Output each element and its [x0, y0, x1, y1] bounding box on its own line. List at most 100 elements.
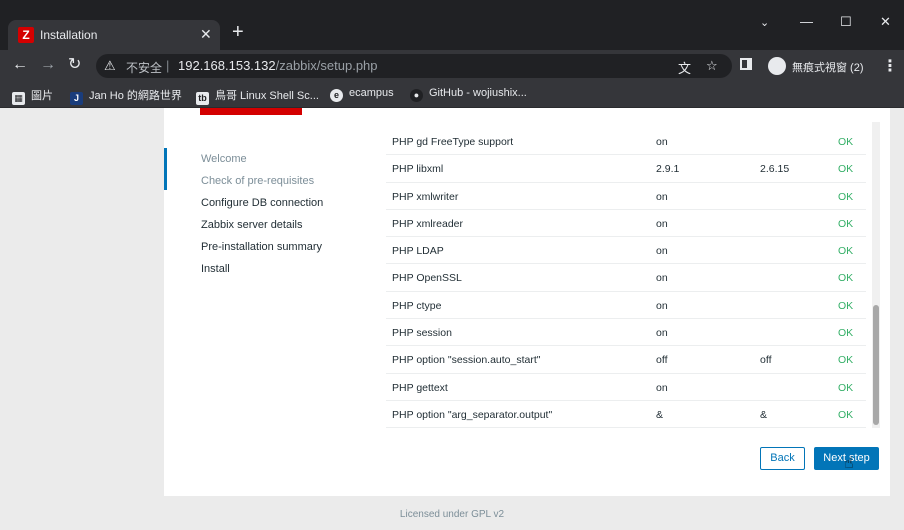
step-pre-install-summary: Pre-installation summary: [201, 241, 323, 253]
bookmark-item[interactable]: e ecampus: [330, 87, 394, 102]
zabbix-favicon-icon: Z: [18, 27, 34, 43]
github-icon: ●: [410, 89, 423, 102]
bookmark-label: GitHub - wojiushix...: [429, 87, 527, 99]
url-separator: |: [166, 58, 170, 73]
status-ok: OK: [838, 408, 854, 421]
insecure-label: 不安全: [126, 61, 163, 75]
tab-installation[interactable]: Z Installation ✕: [8, 20, 220, 50]
steps-progress-marker: [164, 148, 167, 190]
warning-icon[interactable]: ⚠: [104, 58, 116, 74]
bookmark-item[interactable]: ▦ 圖片: [12, 87, 53, 105]
incognito-avatar-icon: [768, 57, 786, 75]
page-content: Welcome Check of pre-requisites Configur…: [0, 108, 904, 530]
status-ok: OK: [838, 327, 854, 340]
jan-icon: J: [70, 92, 83, 105]
current-value: &: [656, 408, 664, 421]
table-row: PHP gettext on OK: [386, 374, 866, 401]
ecampus-icon: e: [330, 89, 343, 102]
requirement-name: PHP option "arg_separator.output": [392, 408, 553, 421]
requirement-name: PHP xmlwriter: [392, 190, 459, 203]
step-configure-db: Configure DB connection: [201, 197, 324, 209]
table-row: PHP gd FreeType support on OK: [386, 128, 866, 156]
requirement-name: PHP gettext: [392, 381, 448, 394]
status-ok: OK: [838, 136, 854, 148]
new-tab-button[interactable]: +: [232, 22, 244, 42]
status-ok: OK: [838, 381, 854, 394]
table-row: PHP session on OK: [386, 319, 866, 347]
minimize-button[interactable]: —: [800, 14, 813, 29]
maximize-button[interactable]: ☐: [840, 14, 852, 30]
tb-icon: tb: [196, 92, 209, 105]
browser-titlebar: Z Installation ✕ + ⌄ — ☐ ✕: [0, 0, 904, 50]
translate-icon[interactable]: 文: [678, 58, 691, 77]
back-button[interactable]: Back: [760, 447, 805, 470]
step-welcome: Welcome: [201, 153, 247, 165]
browser-menu-icon[interactable]: ⋮: [882, 56, 898, 76]
current-value: off: [656, 354, 668, 367]
requirement-name: PHP ctype: [392, 299, 442, 312]
bookmark-label: Jan Ho 的網路世界: [89, 90, 182, 102]
table-row: PHP option "arg_separator.output" & & OK: [386, 401, 866, 429]
status-ok: OK: [838, 217, 854, 230]
tab-title: Installation: [40, 28, 98, 42]
zabbix-logo: [200, 108, 302, 115]
requirement-name: PHP xmlreader: [392, 217, 463, 230]
url-path: /zabbix/setup.php: [275, 58, 378, 73]
step-check-prerequisites: Check of pre-requisites: [201, 175, 315, 187]
url-text[interactable]: 192.168.153.132/zabbix/setup.php: [178, 58, 378, 73]
status-ok: OK: [838, 190, 854, 203]
status-ok: OK: [838, 163, 854, 176]
current-value: on: [656, 381, 668, 394]
bookmark-label: 圖片: [31, 90, 53, 102]
scrollbar-thumb[interactable]: [873, 305, 879, 425]
table-row: PHP xmlreader on OK: [386, 210, 866, 238]
bookmarks-bar: ▦ 圖片 J Jan Ho 的網路世界 tb 鳥哥 Linux Shell Sc...…: [0, 82, 904, 108]
bookmark-star-icon[interactable]: ☆: [706, 58, 718, 74]
bookmark-item[interactable]: ● GitHub - wojiushix...: [410, 87, 527, 102]
table-row: PHP ctype on OK: [386, 292, 866, 320]
apps-icon: ▦: [12, 92, 25, 105]
current-value: on: [656, 299, 668, 312]
required-value: &: [760, 408, 768, 421]
setup-card: Welcome Check of pre-requisites Configur…: [164, 108, 890, 496]
requirement-name: PHP LDAP: [392, 245, 444, 258]
requirement-name: PHP OpenSSL: [392, 272, 462, 285]
table-row: PHP LDAP on OK: [386, 237, 866, 265]
current-value: 2.9.1: [656, 163, 680, 176]
current-value: on: [656, 327, 668, 340]
current-value: on: [656, 217, 668, 230]
requirement-name: PHP session: [392, 327, 452, 340]
bookmark-item[interactable]: tb 鳥哥 Linux Shell Sc...: [196, 87, 319, 105]
status-ok: OK: [838, 299, 854, 312]
forward-arrow-icon[interactable]: →: [40, 57, 56, 73]
current-value: on: [656, 245, 668, 258]
reload-icon[interactable]: ↻: [68, 57, 81, 73]
requirements-table: PHP gd FreeType support on OK PHP libxml…: [386, 128, 866, 429]
hand-cursor-icon: ☝: [844, 455, 854, 472]
bookmark-item[interactable]: J Jan Ho 的網路世界: [70, 87, 182, 105]
back-arrow-icon[interactable]: ←: [12, 57, 28, 73]
status-ok: OK: [838, 272, 854, 285]
bookmark-label: ecampus: [349, 87, 394, 99]
status-ok: OK: [838, 354, 854, 367]
current-value: on: [656, 190, 668, 203]
profile-label: 無痕式視窗 (2): [792, 62, 864, 74]
address-bar[interactable]: ⚠ 不安全 | 192.168.153.132/zabbix/setup.php…: [96, 54, 732, 78]
requirement-name: PHP libxml: [392, 163, 444, 176]
tab-search-icon[interactable]: ⌄: [760, 16, 769, 29]
required-value: off: [760, 354, 772, 367]
table-row: PHP OpenSSL on OK: [386, 264, 866, 292]
url-host: 192.168.153.132: [178, 58, 276, 73]
requirement-name: PHP option "session.auto_start": [392, 354, 541, 367]
table-row: PHP option "session.auto_start" off off …: [386, 346, 866, 374]
side-panel-icon[interactable]: [740, 58, 752, 70]
close-window-button[interactable]: ✕: [880, 14, 891, 30]
step-install: Install: [201, 263, 230, 275]
tab-close-icon[interactable]: ✕: [200, 26, 212, 43]
table-row: PHP libxml 2.9.1 2.6.15 OK: [386, 155, 866, 183]
license-footer: Licensed under GPL v2: [399, 509, 505, 520]
requirements-scrollbar[interactable]: [872, 122, 880, 428]
current-value: on: [656, 272, 668, 285]
required-value: 2.6.15: [760, 163, 790, 176]
bookmark-label: 鳥哥 Linux Shell Sc...: [215, 90, 319, 102]
